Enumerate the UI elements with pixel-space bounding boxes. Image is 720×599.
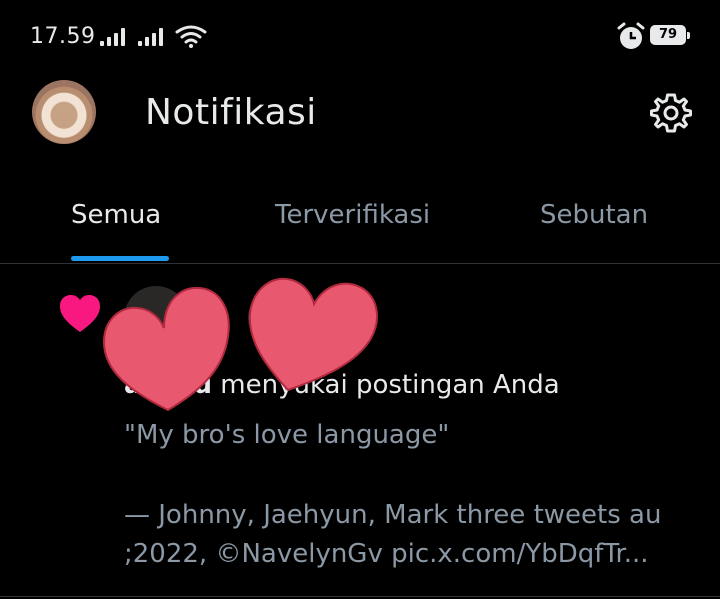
battery-icon: 79: [650, 25, 690, 45]
tab-semua[interactable]: Semua: [71, 200, 161, 230]
tab-terverifikasi[interactable]: Terverifikasi: [275, 200, 430, 230]
wifi-icon: [175, 25, 207, 48]
gear-icon[interactable]: [650, 92, 692, 134]
tab-sebutan[interactable]: Sebutan: [540, 200, 648, 230]
active-tab-indicator: [71, 256, 169, 261]
heart-icon: [60, 295, 100, 332]
page-title: Notifikasi: [145, 92, 317, 133]
heart-sticker-icon: [248, 277, 378, 392]
avatar[interactable]: [32, 80, 96, 144]
signal-icon: [100, 28, 130, 46]
battery-level-text: 79: [658, 27, 678, 42]
status-time: 17.59: [30, 24, 96, 49]
quoted-post-text: "My bro's love language": [124, 420, 450, 450]
alarm-icon: [617, 22, 645, 49]
heart-sticker-icon: [102, 286, 230, 412]
divider: [0, 596, 720, 597]
divider: [0, 263, 720, 264]
quoted-post-text: — Johnny, Jaehyun, Mark three tweets au: [124, 500, 662, 530]
quoted-post-text: ;2022, ©NavelynGv pic.x.com/YbDqfTr...: [124, 539, 649, 569]
signal-icon: [138, 28, 168, 46]
